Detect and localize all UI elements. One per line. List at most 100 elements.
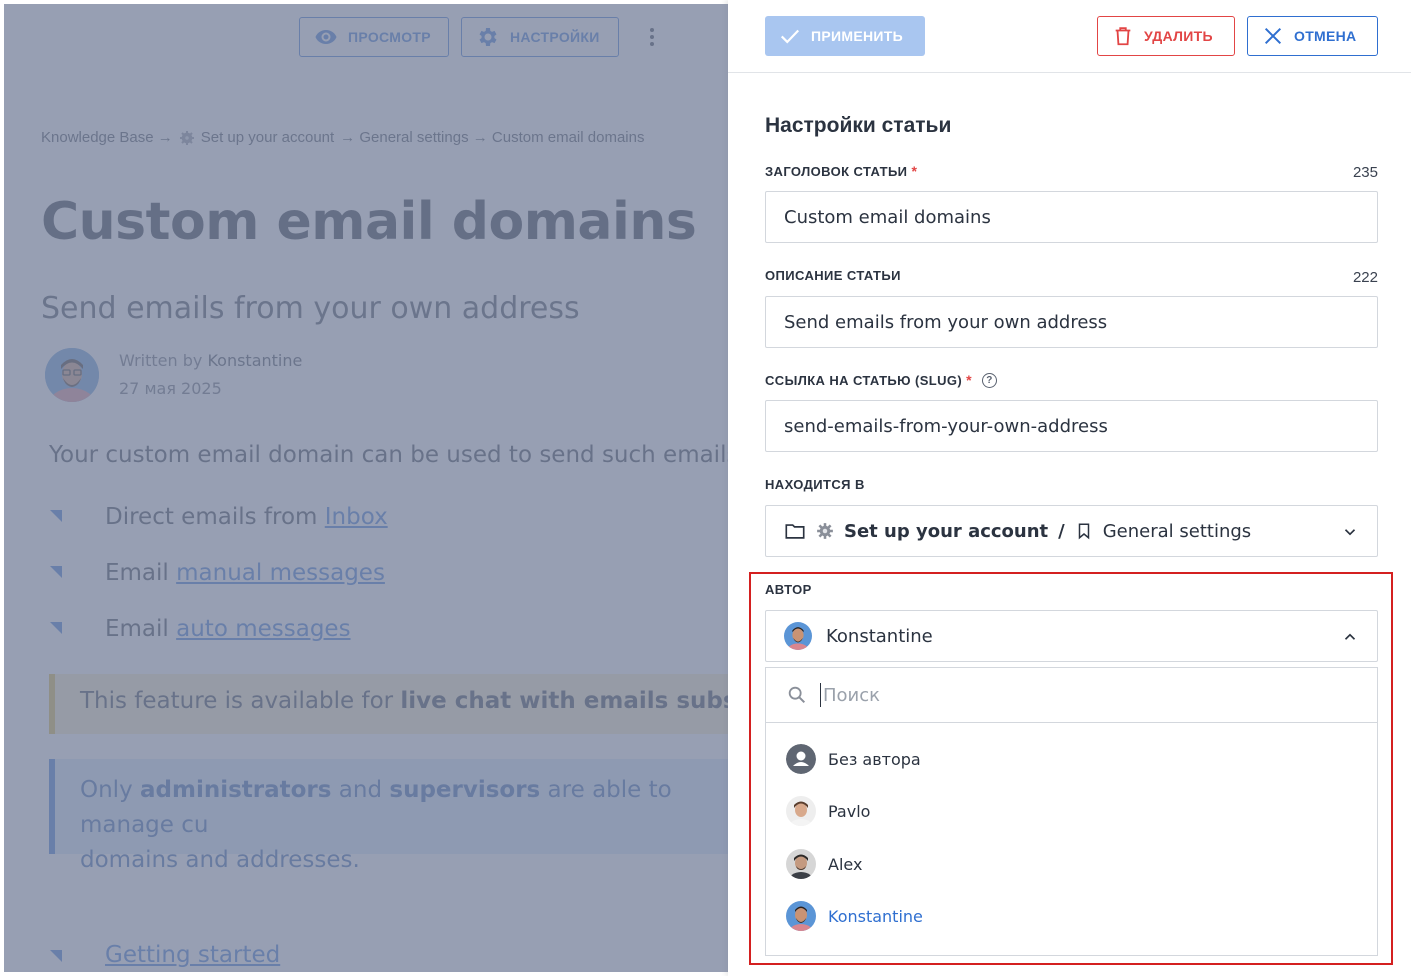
slug-field-label: ССЫЛКА НА СТАТЬЮ (SLUG) * ? (765, 372, 998, 388)
author-select[interactable]: Konstantine (765, 610, 1378, 662)
avatar (786, 901, 816, 931)
folder-icon (785, 524, 805, 539)
inbox-link[interactable]: Inbox (325, 504, 388, 530)
location-section: Set up your account (844, 520, 1049, 542)
description-char-count: 222 (1352, 269, 1378, 286)
apply-button[interactable]: ПРИМЕНИТЬ (765, 16, 925, 56)
close-icon (1264, 27, 1282, 45)
location-category: General settings (1102, 520, 1252, 542)
list-item-text: Email (105, 616, 177, 642)
bullet-icon (50, 510, 62, 522)
getting-started-item: Getting started (105, 942, 280, 968)
slug-input-value: send-emails-from-your-own-address (784, 415, 1108, 437)
author-line: Written by Konstantine (119, 351, 302, 370)
delete-button[interactable]: УДАЛИТЬ (1097, 16, 1235, 56)
title-input-value: Custom email domains (784, 206, 991, 228)
title-char-count: 235 (1352, 164, 1378, 181)
author-option-label: Pavlo (828, 801, 871, 821)
article-date: 27 мая 2025 (119, 379, 222, 398)
location-label-text: НАХОДИТСЯ В (765, 477, 865, 492)
list-item-text: Direct emails from (105, 504, 325, 530)
title-input[interactable]: Custom email domains (765, 191, 1378, 243)
article-settings-panel: ПРИМЕНИТЬ УДАЛИТЬ ОТМЕНА Настройки стать… (728, 0, 1411, 976)
author-option-label: Konstantine (828, 906, 923, 926)
slug-input[interactable]: send-emails-from-your-own-address (765, 400, 1378, 452)
preview-button[interactable]: ПРОСМОТР (299, 17, 449, 57)
panel-toolbar: ПРИМЕНИТЬ УДАЛИТЬ ОТМЕНА (728, 0, 1411, 73)
author-avatar (45, 348, 99, 402)
title-field-label: ЗАГОЛОВОК СТАТЬИ * (765, 163, 917, 179)
list-item: Email auto messages (105, 616, 351, 642)
list-item: Direct emails from Inbox (105, 504, 388, 530)
cog-emoji-icon (817, 523, 833, 539)
chevron-up-icon (1344, 633, 1356, 640)
list-item-text: Email (105, 560, 177, 586)
bullet-icon (50, 566, 62, 578)
info-bold-text: administrators (140, 777, 332, 803)
list-item: Email manual messages (105, 560, 385, 586)
bullet-icon (50, 950, 62, 962)
required-mark: * (966, 372, 973, 388)
author-label-text: АВТОР (765, 582, 812, 597)
breadcrumb-rest[interactable]: → General settings → Custom email domain… (340, 129, 644, 146)
article-intro: Your custom email domain can be used to … (49, 442, 728, 468)
author-option-label: Без автора (828, 749, 921, 769)
warning-text: This feature is available for (80, 688, 401, 714)
trash-icon (1115, 27, 1131, 46)
bullet-icon (50, 622, 62, 634)
eye-icon (315, 30, 337, 44)
info-bold-text: supervisors (389, 777, 541, 803)
search-icon (788, 686, 806, 704)
auto-messages-link[interactable]: auto messages (176, 616, 350, 642)
help-icon[interactable]: ? (982, 372, 998, 388)
manual-messages-link[interactable]: manual messages (176, 560, 385, 586)
delete-label: УДАЛИТЬ (1144, 28, 1213, 44)
info-text: Only (80, 777, 140, 803)
author-selected-value: Konstantine (826, 625, 933, 647)
preview-label: ПРОСМОТР (348, 29, 431, 45)
author-search (766, 668, 1377, 723)
cancel-button[interactable]: ОТМЕНА (1247, 16, 1378, 56)
required-mark: * (911, 163, 918, 179)
author-option-pavlo[interactable]: Pavlo (786, 795, 870, 827)
info-callout: Only administrators and supervisors are … (49, 759, 728, 873)
author-name: Konstantine (207, 351, 303, 370)
author-option-label: Alex (828, 854, 863, 874)
avatar (786, 849, 816, 879)
bookmark-icon (1078, 523, 1089, 540)
location-select[interactable]: Set up your account / General settings (765, 505, 1378, 557)
info-text: domains and addresses. (80, 847, 360, 873)
avatar (786, 796, 816, 826)
description-input[interactable]: Send emails from your own address (765, 296, 1378, 348)
author-option-konstantine[interactable]: Konstantine (786, 900, 923, 932)
author-option-none[interactable]: Без автора (786, 743, 921, 775)
location-separator: / (1058, 520, 1065, 542)
written-by-text: Written by (119, 351, 203, 370)
author-option-alex[interactable]: Alex (786, 848, 862, 880)
article-toolbar: ПРОСМОТР НАСТРОЙКИ (4, 4, 728, 74)
check-icon (780, 29, 800, 44)
default-avatar-icon (786, 744, 816, 774)
chevron-down-icon (1344, 529, 1356, 536)
warning-bold-text: live chat with emails subscripti (400, 688, 728, 714)
avatar (784, 622, 812, 650)
location-field-label: НАХОДИТСЯ В (765, 477, 865, 492)
description-field-label: ОПИСАНИЕ СТАТЬИ (765, 268, 901, 283)
slug-label-text: ССЫЛКА НА СТАТЬЮ (SLUG) (765, 372, 963, 388)
apply-label: ПРИМЕНИТЬ (811, 28, 903, 44)
more-menu-icon[interactable] (642, 24, 662, 50)
description-input-value: Send emails from your own address (784, 311, 1108, 333)
settings-button[interactable]: НАСТРОЙКИ (461, 17, 619, 57)
breadcrumb-root[interactable]: Knowledge Base → (41, 129, 173, 146)
author-field-label: АВТОР (765, 582, 812, 597)
warning-callout: This feature is available for live chat … (49, 674, 728, 734)
breadcrumb-section[interactable]: Set up your account (201, 129, 334, 146)
article-preview: ПРОСМОТР НАСТРОЙКИ Knowledge Base → Set … (4, 4, 728, 972)
article-title: Custom email domains (41, 192, 697, 252)
cancel-label: ОТМЕНА (1294, 28, 1357, 44)
gear-icon (479, 28, 497, 46)
getting-started-link[interactable]: Getting started (105, 942, 280, 968)
cog-emoji-icon (179, 130, 194, 145)
author-search-input[interactable] (820, 683, 1320, 707)
settings-label: НАСТРОЙКИ (510, 29, 600, 45)
